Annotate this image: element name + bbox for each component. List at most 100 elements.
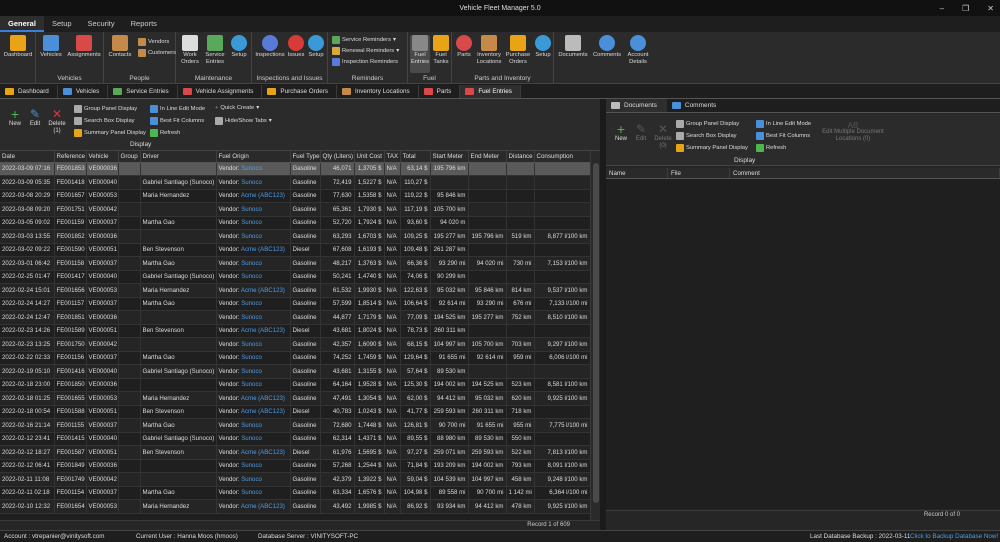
- tab-documents[interactable]: Documents: [606, 99, 667, 112]
- column-header[interactable]: Unit Cost: [354, 151, 385, 163]
- column-header[interactable]: Driver: [140, 151, 217, 163]
- table-row[interactable]: 2022-02-23 13:25 FE001750 VE000042 Vendor: …: [0, 337, 591, 352]
- col-name[interactable]: Name: [606, 168, 668, 178]
- table-row[interactable]: 2022-03-05 09:02 FE001159 VE000037 Martha G…: [0, 216, 591, 230]
- table-row[interactable]: 2022-02-12 23:41 FE001415 VE000040 Gabriel …: [0, 432, 591, 446]
- table-cell[interactable]: Ben Stevenson: [140, 243, 217, 257]
- vendor-link[interactable]: Sunoco: [241, 489, 262, 496]
- table-cell[interactable]: VE000053: [86, 391, 119, 406]
- table-cell[interactable]: Martha Gao: [140, 486, 217, 500]
- service-entries-button[interactable]: Service Entries: [203, 35, 227, 66]
- vendor-link[interactable]: Sunoco: [241, 273, 262, 280]
- comments-button[interactable]: Comments: [591, 35, 623, 59]
- vendor-link[interactable]: Acme (ABC123): [241, 192, 285, 199]
- table-cell[interactable]: [140, 229, 217, 244]
- search-box-button[interactable]: Search Box Display: [74, 117, 135, 125]
- vendor-link[interactable]: Sunoco: [241, 368, 262, 375]
- quick-create-button[interactable]: + Quick Create ▾: [215, 105, 259, 111]
- table-cell[interactable]: VE000053: [86, 189, 119, 203]
- table-cell[interactable]: Ben Stevenson: [140, 445, 217, 460]
- vehicles-button[interactable]: Vehicles: [38, 35, 64, 59]
- table-cell[interactable]: Martha Gao: [140, 216, 217, 230]
- inspections-button[interactable]: Inspections: [254, 35, 286, 59]
- doc-summary-panel-button[interactable]: Summary Panel Display: [676, 144, 748, 152]
- column-header[interactable]: Vehicle: [86, 151, 119, 163]
- col-file[interactable]: File: [668, 168, 730, 178]
- vendor-link[interactable]: Sunoco: [241, 341, 262, 348]
- table-cell[interactable]: Martha Gao: [140, 351, 217, 365]
- vendor-link[interactable]: Sunoco: [241, 165, 262, 172]
- vendor-link[interactable]: Acme (ABC123): [241, 449, 285, 456]
- table-cell[interactable]: VE000036: [86, 162, 119, 176]
- assignments-button[interactable]: Assignments: [65, 35, 103, 59]
- vendor-link[interactable]: Sunoco: [241, 381, 262, 388]
- table-cell[interactable]: VE000053: [86, 283, 119, 298]
- table-row[interactable]: 2022-02-11 11:08 FE001749 VE000042 Vendor: …: [0, 472, 591, 487]
- column-header[interactable]: End Meter: [468, 151, 507, 163]
- table-cell[interactable]: VE000037: [86, 418, 119, 433]
- vendors-button[interactable]: Vendors: [138, 38, 169, 46]
- table-cell[interactable]: [140, 202, 217, 217]
- column-header[interactable]: Fuel Origin: [216, 151, 291, 163]
- doc-tab-fuel-entries[interactable]: Fuel Entries: [460, 85, 521, 98]
- table-cell[interactable]: Ben Stevenson: [140, 405, 217, 419]
- col-comment[interactable]: Comment: [730, 168, 1000, 178]
- table-row[interactable]: 2022-02-10 12:32 FE001654 VE000053 Maria He…: [0, 499, 591, 514]
- table-cell[interactable]: Maria Hernandez: [140, 499, 217, 514]
- table-cell[interactable]: VE000037: [86, 216, 119, 230]
- column-header[interactable]: Fuel Type: [290, 151, 321, 163]
- tab-comments[interactable]: Comments: [667, 99, 726, 112]
- maximize-icon[interactable]: ❐: [962, 4, 969, 13]
- group-panel-button[interactable]: Group Panel Display: [74, 105, 137, 113]
- doc-new-button[interactable]: + New: [612, 122, 630, 143]
- grid-vertical-scrollbar[interactable]: [590, 151, 600, 520]
- column-header[interactable]: Start Meter: [430, 151, 469, 163]
- table-cell[interactable]: VE000040: [86, 432, 119, 446]
- fuel-tanks-button[interactable]: Fuel Tanks: [431, 35, 451, 66]
- column-header[interactable]: TAX: [384, 151, 401, 163]
- table-cell[interactable]: Martha Gao: [140, 256, 217, 271]
- doc-delete-button[interactable]: ✕ Delete (0): [652, 122, 674, 150]
- table-row[interactable]: 2022-02-18 01:25 FE001655 VE000053 Maria He…: [0, 391, 591, 406]
- table-cell[interactable]: VE000037: [86, 256, 119, 271]
- customers-button[interactable]: Customers: [138, 49, 176, 57]
- backup-now-link[interactable]: Click to Backup Database Now!: [910, 533, 998, 540]
- tab-security[interactable]: Security: [80, 16, 123, 32]
- table-cell[interactable]: VE000036: [86, 310, 119, 325]
- table-row[interactable]: 2022-02-12 06:41 FE001849 VE000036 Vendor: …: [0, 459, 591, 473]
- table-row[interactable]: 2022-02-22 02:33 FE001156 VE000037 Martha G…: [0, 351, 591, 365]
- renewal-reminders-button[interactable]: Renewal Reminders ▾: [332, 47, 399, 55]
- table-row[interactable]: 2022-02-24 12:47 FE001851 VE000036 Vendor: …: [0, 310, 591, 325]
- maintenance-setup-button[interactable]: Setup: [228, 35, 250, 59]
- doc-refresh-button[interactable]: Refresh: [756, 144, 786, 152]
- service-reminders-button[interactable]: Service Reminders ▾: [332, 36, 396, 44]
- vendor-link[interactable]: Acme (ABC123): [241, 395, 285, 402]
- contacts-button[interactable]: Contacts: [106, 35, 134, 59]
- table-cell[interactable]: [140, 472, 217, 487]
- table-cell[interactable]: VE000037: [86, 297, 119, 311]
- tab-general[interactable]: General: [0, 16, 44, 32]
- table-cell[interactable]: VE000042: [86, 202, 119, 217]
- vendor-link[interactable]: Acme (ABC123): [241, 287, 285, 294]
- parts-setup-button[interactable]: Setup: [533, 35, 553, 59]
- vendor-link[interactable]: Sunoco: [241, 219, 262, 226]
- documents-button[interactable]: Documents: [556, 35, 590, 59]
- minimize-icon[interactable]: –: [940, 4, 944, 13]
- table-cell[interactable]: [140, 162, 217, 176]
- table-row[interactable]: 2022-03-09 05:35 FE001418 VE000040 Gabriel …: [0, 175, 591, 190]
- doc-tab-vehicles[interactable]: Vehicles: [58, 85, 109, 98]
- table-cell[interactable]: VE000037: [86, 486, 119, 500]
- table-row[interactable]: 2022-03-09 07:16 FE001853 VE000036 Vendor: …: [0, 162, 591, 176]
- table-row[interactable]: 2022-02-18 23:00 FE001850 VE000036 Vendor: …: [0, 378, 591, 392]
- table-cell[interactable]: Maria Hernandez: [140, 283, 217, 298]
- account-details-button[interactable]: Account Details: [624, 35, 652, 66]
- vendor-link[interactable]: Sunoco: [241, 260, 262, 267]
- best-fit-button[interactable]: Best Fit Columns: [150, 117, 204, 125]
- table-cell[interactable]: [140, 378, 217, 392]
- vendor-link[interactable]: Sunoco: [241, 354, 262, 361]
- table-row[interactable]: 2022-03-02 09:22 FE001590 VE000051 Ben Stev…: [0, 243, 591, 257]
- vendor-link[interactable]: Sunoco: [241, 422, 262, 429]
- vendor-link[interactable]: Acme (ABC123): [241, 327, 285, 334]
- parts-button[interactable]: Parts: [454, 35, 474, 59]
- table-row[interactable]: 2022-03-03 13:55 FE001852 VE000036 Vendor: …: [0, 229, 591, 244]
